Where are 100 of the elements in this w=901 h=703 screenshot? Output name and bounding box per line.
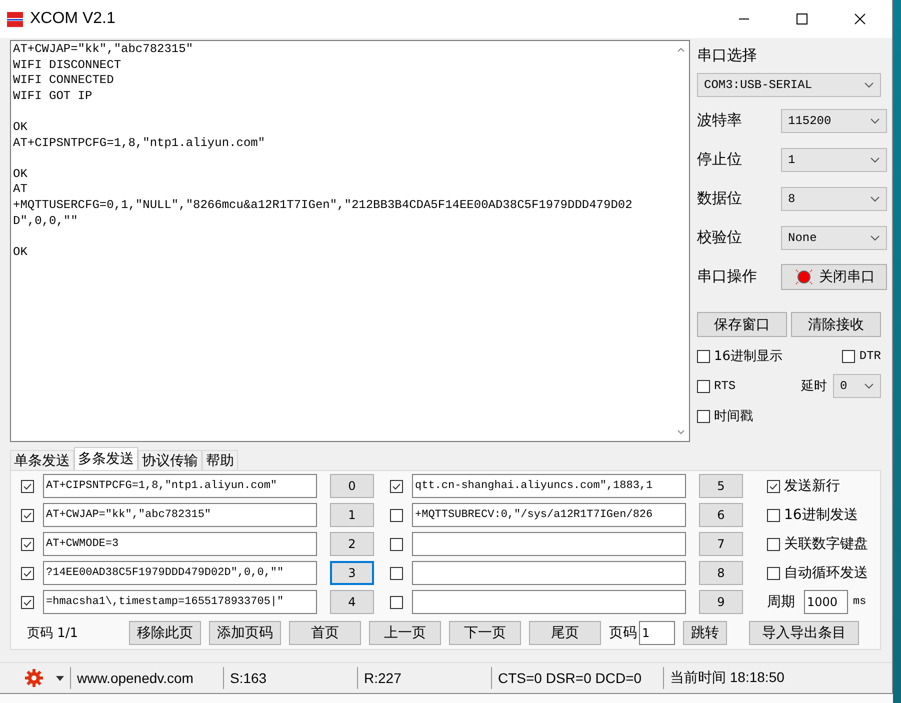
checkbox[interactable] (390, 480, 403, 492)
receive-line: D",0,0,"" (13, 214, 79, 230)
send-button[interactable]: 0 (330, 474, 374, 498)
tab[interactable]: 帮助 (202, 450, 238, 470)
option-label: 自动循环发送 (784, 564, 868, 582)
send-input-field[interactable]: AT+CWJAP="kk","abc782315" (43, 503, 317, 527)
send-button[interactable]: 1 (330, 503, 374, 527)
receive-line: AT+CIPSNTPCFG=1,8,"ntp1.aliyun.com" (13, 136, 266, 152)
send-button[interactable]: 8 (699, 561, 743, 585)
send-input-field[interactable] (412, 590, 686, 614)
checkbox[interactable] (390, 538, 403, 550)
send-button[interactable]: 4 (330, 590, 374, 614)
send-button[interactable]: 7 (699, 532, 743, 556)
setting-label: 串口选择 (697, 46, 758, 65)
receive-line: WIFI GOT IP (13, 88, 94, 104)
send-input-field[interactable]: AT+CIPSNTPCFG=1,8,"ntp1.aliyun.com" (43, 474, 317, 498)
setting-dropdown[interactable]: COM3:USB-SERIAL (697, 73, 881, 97)
setting-label: 波特率 (697, 111, 742, 130)
option-label: 16进制显示 (714, 348, 783, 365)
page-input-field[interactable]: 1 (639, 621, 675, 645)
period-label: 周期 (767, 593, 795, 611)
app-logo-icon (6, 10, 24, 28)
checkbox[interactable] (390, 566, 403, 580)
send-input-field[interactable]: AT+CWMODE=3 (43, 532, 317, 556)
website-link[interactable]: www.openedv.com (71, 667, 224, 689)
page-button[interactable]: 首页 (289, 621, 361, 645)
checkbox[interactable] (697, 410, 710, 422)
send-button[interactable]: 2 (330, 532, 374, 556)
chevron-down-icon (870, 118, 880, 124)
send-input-field[interactable]: =hmacsha1\,timestamp=1655178933705|" (43, 590, 317, 614)
current-time: 当前时间 18:18:50 (669, 668, 786, 687)
send-input-field[interactable]: ?14EE00AD38C5F1979DDD479D02D",0,0,"" (43, 561, 317, 585)
checkbox[interactable] (842, 350, 856, 362)
tab[interactable]: 协议传输 (138, 450, 202, 470)
chevron-down-icon (870, 196, 880, 202)
checkbox[interactable] (21, 508, 34, 522)
port-operation-label: 串口操作 (697, 267, 757, 286)
chevron-down-icon (870, 234, 880, 240)
checkbox[interactable] (21, 566, 34, 580)
goto-label: 页码 (609, 624, 637, 642)
tab[interactable]: 多条发送 (74, 447, 138, 470)
close-icon[interactable] (854, 13, 866, 25)
option-label: 发送新行 (784, 477, 840, 495)
import-export-button[interactable]: 导入导出条目 (749, 621, 859, 645)
send-input-field[interactable]: +MQTTSUBRECV:0,"/sys/a12R1T7IGen/826 (412, 503, 686, 527)
checkbox[interactable] (767, 566, 780, 580)
checkbox[interactable] (21, 480, 34, 492)
checkbox[interactable] (390, 596, 403, 608)
checkbox[interactable] (767, 508, 780, 522)
scroll-down-icon[interactable] (676, 427, 686, 437)
checkbox[interactable] (21, 596, 34, 608)
gear-icon[interactable] (24, 668, 44, 688)
setting-dropdown[interactable]: 115200 (781, 108, 887, 132)
send-button[interactable]: 5 (699, 474, 743, 498)
window-title: XCOM V2.1 (30, 10, 116, 28)
checkbox[interactable] (390, 508, 403, 522)
receive-line: OK (13, 244, 28, 260)
receive-line: +MQTTUSERCFG=0,1,"NULL","8266mcu&a12R1T7IGen","212BB3B4CDA5F14EE00AD38C5F1979DDD479D02 (13, 198, 634, 214)
dropdown-caret-icon[interactable] (56, 676, 64, 680)
delay-label: 延时 (801, 378, 827, 395)
maximize-icon[interactable] (796, 13, 808, 25)
option-label: RTS (714, 379, 736, 393)
panel-button[interactable]: 保存窗口 (697, 312, 787, 337)
period-input-field[interactable]: 1000 (804, 590, 848, 614)
goto-button[interactable]: 跳转 (683, 621, 727, 645)
panel-button[interactable]: 清除接收 (791, 312, 881, 337)
receive-line: AT+CWJAP="kk","abc782315" (13, 42, 194, 58)
page-button[interactable]: 尾页 (529, 621, 601, 645)
chevron-down-icon (864, 383, 874, 389)
page-button[interactable]: 添加页码 (209, 621, 281, 645)
checkbox[interactable] (697, 350, 710, 362)
delay-dropdown[interactable]: 0 (833, 374, 881, 398)
close-port-button[interactable]: 关闭串口 (781, 264, 887, 290)
checkbox[interactable] (21, 538, 34, 550)
option-label: 时间戳 (714, 408, 753, 425)
page-button[interactable]: 移除此页 (129, 621, 201, 645)
send-button[interactable]: 9 (699, 590, 743, 614)
send-input-field[interactable]: qtt.cn-shanghai.aliyuncs.com",1883,1 (412, 474, 686, 498)
send-input-field[interactable] (412, 532, 686, 556)
unit-label: ms (853, 596, 866, 608)
receive-area[interactable] (10, 40, 690, 442)
setting-dropdown[interactable]: 8 (781, 186, 887, 210)
checkbox[interactable] (767, 538, 780, 550)
setting-label: 停止位 (697, 150, 742, 169)
setting-label: 校验位 (697, 228, 742, 247)
setting-dropdown[interactable]: 1 (781, 148, 887, 172)
page-button[interactable]: 上一页 (369, 621, 441, 645)
send-button[interactable]: 3 (330, 561, 374, 585)
received-count: R:227 (358, 667, 492, 689)
tab[interactable]: 单条发送 (10, 450, 74, 470)
checkbox[interactable] (767, 480, 780, 492)
option-label: DTR (859, 349, 881, 363)
setting-dropdown[interactable]: None (781, 226, 887, 250)
checkbox[interactable] (697, 380, 710, 392)
chevron-down-icon (870, 156, 880, 162)
page-button[interactable]: 下一页 (449, 621, 521, 645)
setting-label: 数据位 (697, 189, 742, 208)
send-input-field[interactable] (412, 561, 686, 585)
receive-line: OK (13, 120, 28, 136)
send-button[interactable]: 6 (699, 503, 743, 527)
